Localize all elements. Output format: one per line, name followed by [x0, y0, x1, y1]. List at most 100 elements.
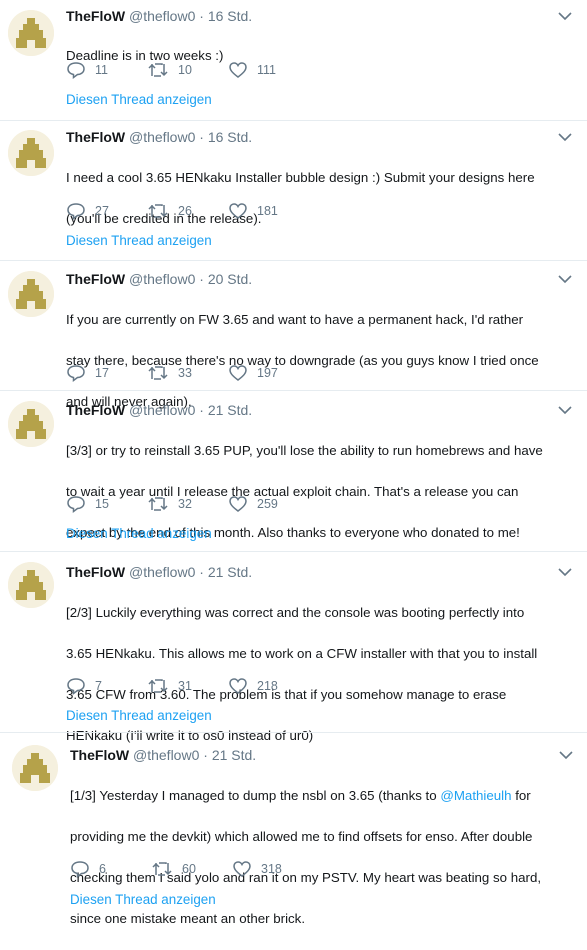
reply-button[interactable]: 7 — [66, 676, 102, 696]
avatar[interactable] — [8, 130, 54, 176]
tweet[interactable]: TheFloW @theflow0 · 16 Std. I need a coo… — [0, 121, 587, 261]
tweet-timestamp[interactable]: 16 Std. — [208, 8, 252, 24]
like-button[interactable]: 218 — [228, 676, 278, 696]
retweet-icon — [148, 204, 168, 218]
chevron-down-icon[interactable] — [556, 130, 574, 144]
tweet-text-segment: [1/3] Yesterday I managed to dump the ns… — [70, 788, 441, 804]
tweet-header: TheFloW @theflow0 · 21 Std. — [66, 563, 252, 581]
reply-count: 17 — [95, 366, 109, 380]
heart-icon — [229, 678, 247, 694]
author-name[interactable]: TheFloW — [66, 564, 125, 580]
tweet-actions: 17 33 197 — [66, 363, 366, 383]
like-count: 197 — [257, 366, 278, 380]
show-thread-link[interactable]: Diesen Thread anzeigen — [66, 525, 212, 543]
tweet-timestamp[interactable]: 20 Std. — [208, 271, 252, 287]
avatar[interactable] — [8, 271, 54, 317]
retweet-button[interactable]: 32 — [147, 494, 192, 514]
show-thread-link[interactable]: Diesen Thread anzeigen — [66, 232, 212, 250]
separator-dot: · — [199, 8, 204, 24]
heart-icon — [229, 203, 247, 219]
retweet-button[interactable]: 10 — [147, 60, 192, 80]
like-count: 259 — [257, 497, 278, 511]
heart-icon — [233, 861, 251, 877]
retweet-count: 32 — [178, 497, 192, 511]
tweet-timestamp[interactable]: 21 Std. — [212, 747, 256, 763]
show-thread-link[interactable]: Diesen Thread anzeigen — [66, 91, 212, 109]
tweet-text-line: [3/3] or try to reinstall 3.65 PUP, you'… — [66, 443, 543, 459]
reply-button[interactable]: 11 — [66, 60, 108, 80]
chevron-down-icon[interactable] — [557, 748, 575, 762]
retweet-button[interactable]: 33 — [147, 363, 192, 383]
separator-dot: · — [199, 129, 204, 145]
like-button[interactable]: 259 — [228, 494, 278, 514]
reply-icon — [71, 861, 89, 878]
retweet-button[interactable]: 31 — [147, 676, 192, 696]
tweet-header: TheFloW @theflow0 · 21 Std. — [66, 401, 252, 419]
chevron-down-icon[interactable] — [556, 272, 574, 286]
retweet-icon — [148, 366, 168, 380]
like-button[interactable]: 318 — [232, 859, 282, 879]
mention-link[interactable]: @Mathieulh — [440, 788, 511, 803]
heart-icon — [229, 365, 247, 381]
author-name[interactable]: TheFloW — [70, 747, 129, 763]
tweet[interactable]: TheFloW @theflow0 · 16 Std. Deadline is … — [0, 0, 587, 121]
reply-icon — [67, 365, 85, 382]
tweet[interactable]: TheFloW @theflow0 · 21 Std. [3/3] or try… — [0, 391, 587, 552]
retweet-button[interactable]: 26 — [147, 201, 192, 221]
reply-button[interactable]: 6 — [70, 859, 106, 879]
show-thread-link[interactable]: Diesen Thread anzeigen — [66, 707, 212, 725]
author-name[interactable]: TheFloW — [66, 271, 125, 287]
reply-button[interactable]: 27 — [66, 201, 109, 221]
like-count: 181 — [257, 204, 278, 218]
author-name[interactable]: TheFloW — [66, 129, 125, 145]
show-thread-link[interactable]: Diesen Thread anzeigen — [70, 891, 216, 909]
reply-icon — [67, 62, 85, 79]
tweet-actions: 27 26 181 — [66, 201, 366, 221]
retweet-count: 26 — [178, 204, 192, 218]
author-handle[interactable]: @theflow0 — [129, 271, 195, 287]
tweet-timestamp[interactable]: 21 Std. — [208, 402, 252, 418]
author-handle[interactable]: @theflow0 — [133, 747, 199, 763]
avatar-logo-icon — [12, 745, 58, 791]
retweet-button[interactable]: 60 — [151, 859, 196, 879]
avatar-logo-icon — [8, 10, 54, 56]
chevron-down-icon[interactable] — [556, 565, 574, 579]
author-handle[interactable]: @theflow0 — [129, 564, 195, 580]
tweet-text: [1/3] Yesterday I managed to dump the ns… — [70, 766, 541, 950]
tweet-text-line: [1/3] Yesterday I managed to dump the ns… — [70, 786, 541, 806]
heart-icon — [229, 496, 247, 512]
avatar-logo-icon — [8, 401, 54, 447]
like-button[interactable]: 111 — [228, 60, 276, 80]
like-button[interactable]: 197 — [228, 363, 278, 383]
retweet-count: 60 — [182, 862, 196, 876]
author-handle[interactable]: @theflow0 — [129, 129, 195, 145]
author-handle[interactable]: @theflow0 — [129, 8, 195, 24]
author-name[interactable]: TheFloW — [66, 402, 125, 418]
reply-button[interactable]: 15 — [66, 494, 109, 514]
reply-count: 15 — [95, 497, 109, 511]
like-count: 318 — [261, 862, 282, 876]
avatar[interactable] — [12, 745, 58, 791]
tweet-timestamp[interactable]: 21 Std. — [208, 564, 252, 580]
tweet[interactable]: TheFloW @theflow0 · 20 Std. If you are c… — [0, 261, 587, 409]
author-handle[interactable]: @theflow0 — [129, 402, 195, 418]
reply-icon — [67, 496, 85, 513]
chevron-down-icon[interactable] — [556, 403, 574, 417]
like-count: 111 — [257, 63, 277, 77]
chevron-down-icon[interactable] — [556, 9, 574, 23]
author-name[interactable]: TheFloW — [66, 8, 125, 24]
tweet[interactable]: TheFloW @theflow0 · 21 Std. [2/3] Luckil… — [0, 552, 587, 743]
tweet-header: TheFloW @theflow0 · 20 Std. — [66, 270, 252, 288]
reply-button[interactable]: 17 — [66, 363, 109, 383]
avatar[interactable] — [8, 562, 54, 608]
reply-count: 6 — [99, 862, 106, 876]
tweet-text-line: 3.65 HENkaku. This allows me to work on … — [66, 646, 538, 662]
reply-count: 27 — [95, 204, 109, 218]
tweet-timestamp[interactable]: 16 Std. — [208, 129, 252, 145]
tweet[interactable]: TheFloW @theflow0 · 21 Std. [1/3] Yester… — [0, 733, 587, 926]
tweet-actions: 15 32 259 — [66, 494, 366, 514]
like-button[interactable]: 181 — [228, 201, 278, 221]
avatar[interactable] — [8, 10, 54, 56]
retweet-icon — [152, 862, 172, 876]
avatar[interactable] — [8, 401, 54, 447]
